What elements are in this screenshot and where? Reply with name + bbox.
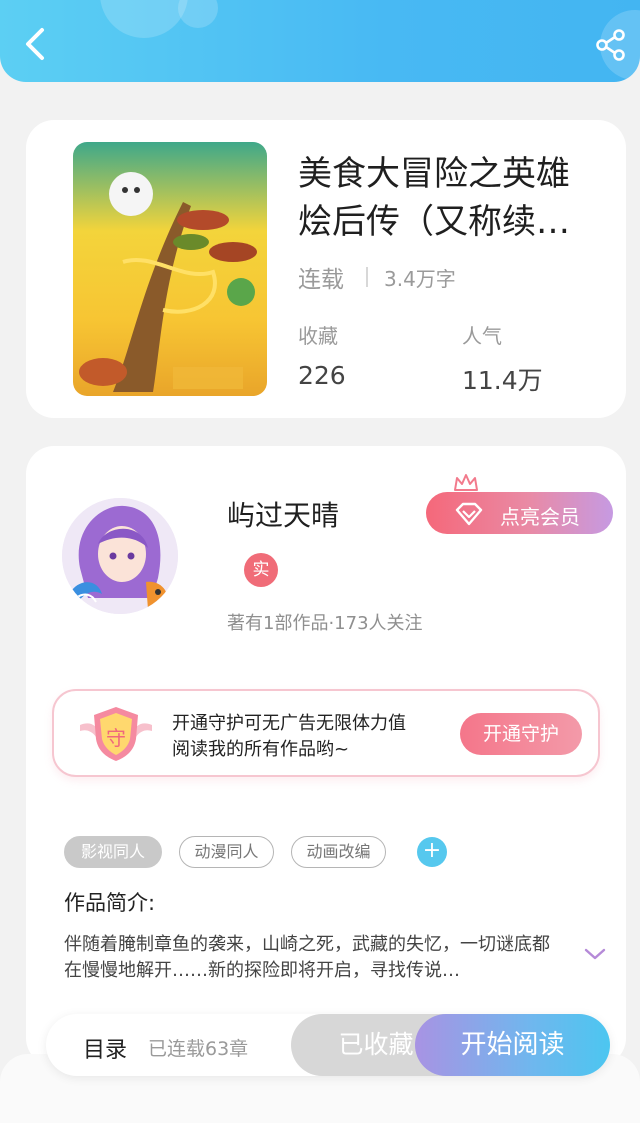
diamond-icon (455, 502, 483, 526)
guard-line-1: 开通守护可无广告无限体力值 (172, 713, 406, 734)
guard-promo: 守 开通守护可无广告无限体力值 阅读我的所有作品哟~ 开通守护 (52, 689, 600, 777)
book-info-card: 美食大冒险之英雄烩后传（又称续… 连载 3.4万字 收藏 226 人气 11.4… (26, 120, 626, 418)
decor-bubble (100, 0, 188, 38)
toc-button[interactable]: 目录 (83, 1032, 127, 1064)
chevron-down-icon[interactable] (583, 946, 607, 962)
shield-label: 守 (106, 726, 126, 750)
share-button[interactable] (594, 28, 628, 62)
tag-chip[interactable]: 影视同人 (64, 836, 162, 868)
book-meta: 连载 3.4万字 (298, 260, 456, 294)
favorites-value: 226 (298, 361, 346, 390)
popularity-value: 11.4万 (462, 366, 543, 395)
share-icon (596, 29, 625, 61)
tag-chip[interactable]: 动漫同人 (179, 836, 274, 868)
chevron-left-icon (26, 28, 44, 60)
guard-line-2: 阅读我的所有作品哟~ (172, 739, 350, 760)
bottom-action-bar: 目录 已连载63章 已收藏 开始阅读 (46, 1014, 610, 1076)
popularity-stat: 人气 11.4万 (462, 320, 543, 397)
vip-button[interactable]: 点亮会员 (426, 474, 613, 534)
crown-icon (454, 474, 478, 491)
book-cover[interactable] (73, 142, 267, 396)
top-bar (0, 0, 640, 82)
author-stats: 著有1部作品·173人关注 (227, 613, 423, 634)
book-title: 美食大冒险之英雄烩后传（又称续… (298, 154, 570, 242)
word-count: 3.4万字 (384, 266, 456, 291)
back-button[interactable] (18, 24, 54, 64)
author-card: 屿过天晴 实 著有1部作品·173人关注 点亮会员 守 开通守护可无广告无限体力… (26, 446, 626, 1066)
avatar[interactable] (62, 498, 178, 614)
intro-title: 作品简介: (64, 891, 156, 915)
intro-text: 伴随着腌制章鱼的袭来，山崎之死，武藏的失忆，一切谜底都在慢慢地解开……新的探险即… (64, 934, 550, 981)
verified-badge: 实 (244, 553, 278, 587)
favorites-label: 收藏 (298, 324, 338, 348)
favorites-stat: 收藏 226 (298, 320, 346, 390)
divider (366, 267, 368, 287)
avatar-illustration (62, 498, 178, 614)
book-cover-art (79, 172, 257, 392)
shield-icon: 守 (80, 707, 152, 761)
author-name[interactable]: 屿过天晴 (227, 494, 339, 534)
tag-chip[interactable]: 动画改编 (291, 836, 386, 868)
guard-description: 开通守护可无广告无限体力值 阅读我的所有作品哟~ (172, 711, 406, 763)
popularity-label: 人气 (462, 324, 502, 348)
add-tag-button[interactable]: + (417, 837, 447, 867)
vip-button-label: 点亮会员 (500, 505, 580, 529)
decor-bubble (178, 0, 218, 28)
open-guard-button[interactable]: 开通守护 (460, 713, 582, 755)
chapter-count: 已连载63章 (148, 1038, 249, 1060)
book-status: 连载 (298, 267, 344, 293)
start-reading-button[interactable]: 开始阅读 (415, 1014, 610, 1076)
